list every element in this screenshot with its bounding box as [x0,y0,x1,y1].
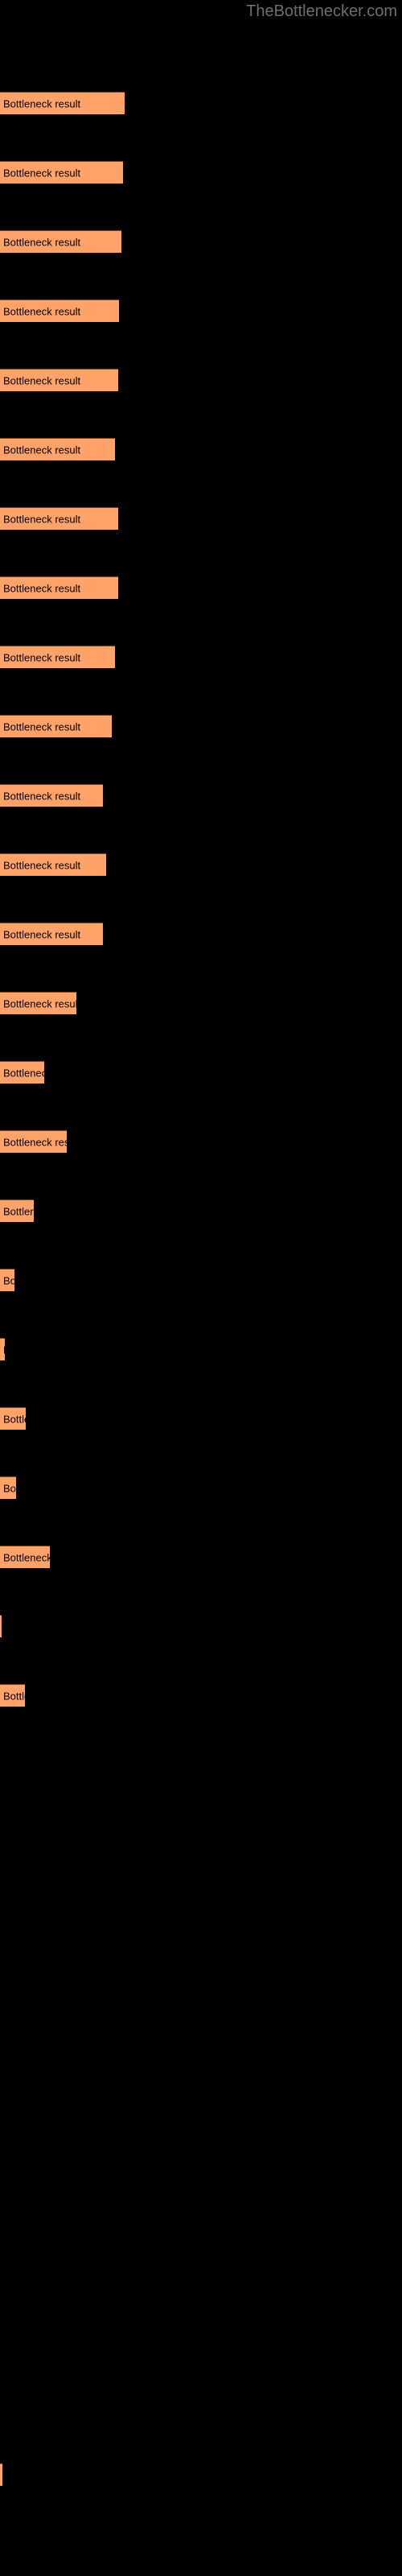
bottleneck-result-bar[interactable]: Bottleneck result [0,2463,2,2486]
bottleneck-result-bar[interactable]: Bottleneck result [0,923,103,945]
bottleneck-result-bar[interactable]: Bottleneck result [0,1338,5,1360]
bottleneck-result-bar[interactable]: Bottleneck result [0,576,118,599]
bottleneck-result-bar[interactable]: Bottleneck result [0,1407,26,1430]
bottleneck-result-bar[interactable]: Bottleneck result [0,1199,34,1222]
bottleneck-result-bar[interactable]: Bottleneck result [0,1546,50,1568]
bar-label: Bottleneck result [3,651,81,663]
bar-label: Bottleneck result [3,859,81,871]
bottleneck-result-bar[interactable]: Bottleneck result [0,92,125,114]
bar-label: Bottleneck result [3,1344,5,1356]
bottleneck-result-bar[interactable]: Bottleneck result [0,1684,25,1707]
bottleneck-result-bar[interactable]: Bottleneck result [0,1130,67,1153]
bar-label: Bottleneck result [3,236,81,248]
bar-label: Bottleneck result [3,97,81,109]
bottleneck-result-bar[interactable]: Bottleneck result [0,1476,16,1499]
bar-label: Bottleneck result [3,305,81,317]
bar-label: Bottleneck result [3,582,81,594]
bottleneck-result-bar[interactable]: Bottleneck result [0,992,76,1014]
bottleneck-result-bar[interactable]: Bottleneck result [0,646,115,668]
bottleneck-result-bar[interactable]: Bottleneck result [0,161,123,184]
bar-label: Bottleneck result [3,1136,67,1148]
bottleneck-result-bar[interactable]: Bottleneck result [0,784,103,807]
bottleneck-result-bar[interactable]: Bottleneck result [0,853,106,876]
bottleneck-result-bar[interactable]: Bottleneck result [0,1269,14,1291]
bar-label: Bottleneck result [3,1067,44,1079]
bar-label: Bottleneck result [3,790,81,802]
bar-label: Bottleneck result [3,167,81,179]
bottleneck-result-bar[interactable]: Bottleneck result [0,1615,2,1637]
page-root: TheBottlenecker.com Bottleneck result Bot… [0,0,402,2576]
bottleneck-result-bar[interactable]: Bottleneck result [0,438,115,460]
bar-label: Bottleneck result [3,720,81,733]
bar-label: Bottleneck result [3,1551,50,1563]
bar-label: Bottleneck result [3,1690,25,1702]
bottleneck-result-bar[interactable]: Bottleneck result [0,369,118,391]
bar-label: Bottleneck result [3,928,81,940]
bar-label: Bottleneck result [3,1274,14,1286]
bottleneck-result-bar[interactable]: Bottleneck result [0,299,119,322]
bottleneck-result-bar[interactable]: Bottleneck result [0,1061,44,1084]
bottleneck-bar-chart: Bottleneck result Bottleneck result Bottle… [0,0,402,2576]
bar-label: Bottleneck result [3,1205,34,1217]
bottleneck-result-bar[interactable]: Bottleneck result [0,230,121,253]
bar-label: Bottleneck result [3,1482,16,1494]
bar-label: Bottleneck result [3,1413,26,1425]
bar-label: Bottleneck result [3,513,81,525]
bar-label: Bottleneck result [3,444,81,456]
bottleneck-result-bar[interactable]: Bottleneck result [0,507,118,530]
bar-label: Bottleneck result [3,997,76,1009]
bar-label: Bottleneck result [3,374,81,386]
bottleneck-result-bar[interactable]: Bottleneck result [0,715,112,737]
